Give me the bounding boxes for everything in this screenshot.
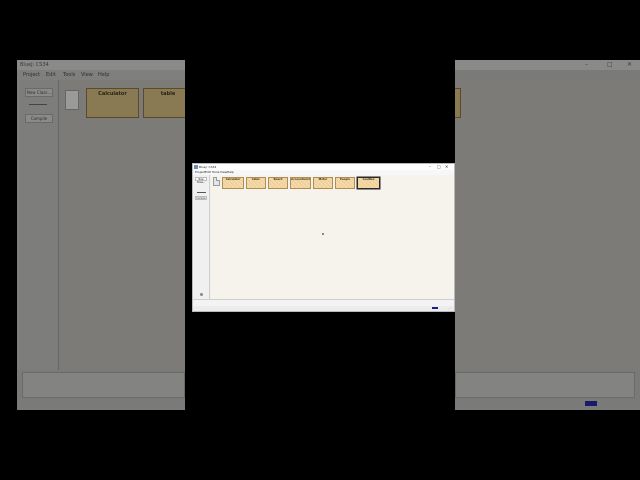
object-bench[interactable] — [193, 299, 454, 306]
bg-menu-item: Tools — [63, 72, 76, 78]
class-box-calculator[interactable]: Calculator — [222, 177, 244, 189]
bg-maximize-icon: □ — [607, 61, 613, 68]
class-box-coolbox[interactable]: CoolBox — [357, 177, 380, 189]
bg-terminal — [22, 372, 185, 398]
screen: BlueJ: CS34 Project Edit Tools View Help… — [0, 0, 640, 480]
bg-menu-item: Edit — [46, 72, 56, 78]
bg-canvas — [455, 80, 640, 370]
bg-close-icon: ✕ — [627, 61, 633, 68]
bg-menu-item: Help — [98, 72, 110, 78]
bg-progress-indicator — [585, 401, 597, 406]
bg-class-box: Calculator — [86, 88, 139, 118]
new-class-button[interactable]: New Class... — [195, 177, 207, 184]
progress-indicator — [432, 307, 438, 309]
background-zoom-left: BlueJ: CS34 Project Edit Tools View Help… — [17, 60, 185, 410]
bg-readme-icon — [65, 90, 79, 110]
bg-minimize-icon: – — [585, 61, 588, 68]
resize-grip-icon[interactable]: ⋰ — [448, 306, 451, 310]
compile-button[interactable]: Compile — [195, 196, 207, 200]
class-diagram-canvas[interactable]: Calculator table Board AccountsList Moto… — [211, 175, 454, 299]
machine-status-icon — [200, 293, 203, 296]
bg-compile-button: Compile — [25, 114, 53, 123]
bg-terminal — [455, 372, 635, 398]
sidebar: New Class... Compile — [193, 175, 210, 299]
class-box-table[interactable]: table — [246, 177, 266, 189]
background-zoom-right: – □ ✕ — [455, 60, 640, 410]
bg-new-class-button: New Class... — [25, 88, 53, 97]
class-box-motor[interactable]: Motor — [313, 177, 333, 189]
bg-titlebar: BlueJ: CS34 — [17, 60, 185, 70]
bg-class-box: table — [143, 88, 185, 118]
class-box-board[interactable]: Board — [268, 177, 288, 189]
bg-canvas — [59, 80, 185, 370]
status-bar: ⋰ — [193, 306, 454, 311]
class-box-accountslist[interactable]: AccountsList — [290, 177, 311, 189]
bluej-window: BlueJ: CS34 – □ ✕ Project Edit Tools Vie… — [192, 163, 455, 312]
bg-class-box — [455, 88, 461, 118]
app-icon — [194, 165, 198, 169]
arrow-icon[interactable] — [197, 192, 206, 193]
class-box-people[interactable]: People — [335, 177, 355, 189]
bg-arrow-icon — [29, 104, 47, 105]
bg-title: BlueJ: CS34 — [20, 62, 49, 68]
bg-sidebar: New Class... Compile — [17, 80, 59, 370]
bg-menu-item: Project — [23, 72, 41, 78]
bg-menu-item: View — [81, 72, 93, 78]
mouse-cursor — [322, 233, 324, 235]
readme-document-icon[interactable] — [213, 177, 220, 186]
